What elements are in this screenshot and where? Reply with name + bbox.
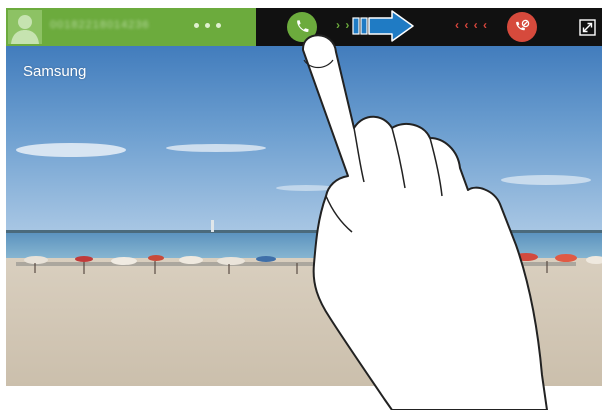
- incoming-call-bar: 00182218014236 › › › ‹ ‹ ‹ ‹: [6, 8, 602, 46]
- caller-number: 00182218014236: [50, 19, 150, 31]
- answer-call-button[interactable]: [287, 12, 317, 42]
- carrier-label: Samsung: [23, 63, 87, 80]
- expand-arrows-icon[interactable]: [579, 19, 596, 36]
- beach-wallpaper: [6, 8, 602, 386]
- caller-info-strip[interactable]: 00182218014236: [6, 8, 256, 46]
- swipe-right-arrow-icon: [352, 10, 414, 42]
- phone-handset-icon: [297, 20, 309, 32]
- phone-hangup-icon: [516, 19, 530, 31]
- decline-call-button[interactable]: [507, 12, 537, 42]
- decline-swipe-chevrons: ‹ ‹ ‹ ‹: [455, 18, 488, 32]
- device-screen: Samsung 00182218014236 › › › ‹ ‹ ‹ ‹: [6, 8, 602, 386]
- person-silhouette-icon: [8, 10, 42, 44]
- page-indicator-dots: [194, 23, 221, 28]
